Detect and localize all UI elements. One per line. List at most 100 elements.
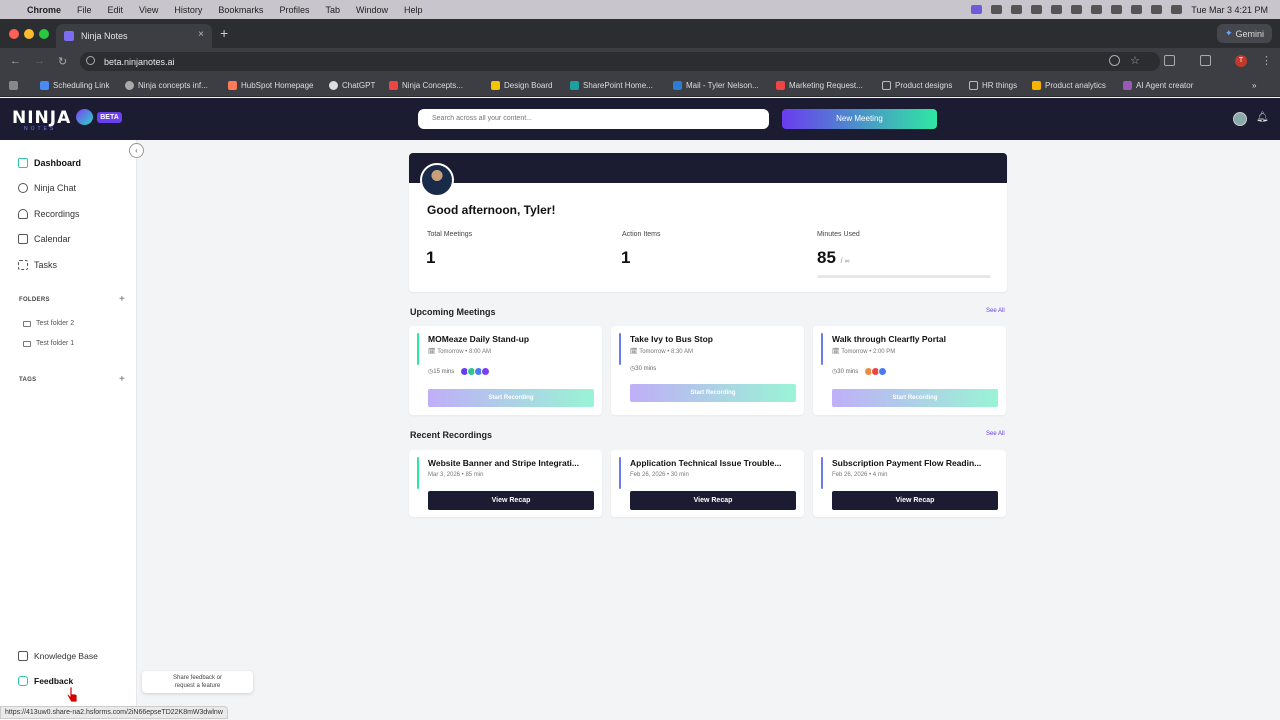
start-recording-button[interactable]: Start Recording xyxy=(428,389,594,407)
profile-avatar[interactable]: T xyxy=(1235,55,1247,67)
sidebar-item-knowledge-base[interactable]: Knowledge Base xyxy=(18,651,98,661)
add-tag-icon[interactable]: + xyxy=(119,374,125,385)
start-recording-button[interactable]: Start Recording xyxy=(832,389,998,407)
zoom-icon[interactable] xyxy=(1109,55,1120,66)
gemini-button[interactable]: ✦ Gemini xyxy=(1217,24,1272,43)
sidebar-item-ninja-chat[interactable]: Ninja Chat xyxy=(18,183,76,193)
close-window-icon[interactable] xyxy=(9,29,19,39)
tray-icon[interactable] xyxy=(1011,5,1023,14)
sidebar-item-recordings[interactable]: Recordings xyxy=(18,209,80,219)
tray-icon[interactable] xyxy=(991,5,1003,14)
analytics-icon xyxy=(1032,81,1041,90)
menu-history[interactable]: History xyxy=(174,5,202,15)
bookmark-item[interactable]: Ninja Concepts... xyxy=(389,81,463,90)
app-logo[interactable]: NINJA xyxy=(12,108,71,128)
control-center-icon[interactable] xyxy=(1151,5,1163,14)
meeting-card[interactable]: Walk through Clearfly Portal 🗓︎ Tomorrow… xyxy=(813,326,1006,415)
recording-title: Website Banner and Stripe Integrati... xyxy=(428,458,579,468)
bookmark-item[interactable]: Mail - Tyler Nelson... xyxy=(673,81,759,90)
add-folder-icon[interactable]: + xyxy=(119,294,125,305)
close-tab-icon[interactable]: × xyxy=(198,29,204,40)
attendee-avatar xyxy=(878,367,888,376)
search-input[interactable] xyxy=(418,109,769,129)
new-meeting-button[interactable]: New Meeting xyxy=(782,109,937,129)
new-tab-icon[interactable]: + xyxy=(220,25,228,41)
sidebar: Dashboard Ninja Chat Recordings Calendar… xyxy=(0,140,137,720)
maximize-window-icon[interactable] xyxy=(39,29,49,39)
view-recap-button[interactable]: View Recap xyxy=(832,491,998,510)
extensions-icon[interactable] xyxy=(1164,55,1175,66)
recording-card[interactable]: Website Banner and Stripe Integrati... M… xyxy=(409,450,602,517)
hubspot-icon xyxy=(228,81,237,90)
menu-window[interactable]: Window xyxy=(356,5,388,15)
bookmark-star-icon[interactable]: ☆ xyxy=(1130,54,1140,67)
battery-icon[interactable] xyxy=(1091,5,1103,14)
bookmark-item[interactable]: Marketing Request... xyxy=(776,81,863,90)
more-bookmarks-icon[interactable]: » xyxy=(1252,81,1256,90)
tasks-icon xyxy=(18,260,28,270)
browser-tab[interactable]: Ninja Notes × xyxy=(56,24,212,48)
bookmark-item[interactable]: ChatGPT xyxy=(329,81,375,90)
view-recap-button[interactable]: View Recap xyxy=(428,491,594,510)
sidebar-item-feedback[interactable]: Feedback xyxy=(18,676,73,686)
menu-chrome[interactable]: Chrome xyxy=(27,5,61,15)
menu-view[interactable]: View xyxy=(139,5,158,15)
meeting-when: Tomorrow • 8:30 AM xyxy=(639,349,693,355)
bookmark-item[interactable]: Product analytics xyxy=(1032,81,1106,90)
recording-card[interactable]: Application Technical Issue Trouble... F… xyxy=(611,450,804,517)
user-avatar[interactable] xyxy=(1233,112,1247,126)
tray-icon[interactable] xyxy=(1031,5,1043,14)
siri-icon[interactable] xyxy=(1171,5,1183,14)
reload-icon[interactable]: ↻ xyxy=(58,55,67,68)
cloud-icon[interactable] xyxy=(1051,5,1063,14)
sidepanel-icon[interactable] xyxy=(1200,55,1211,66)
folder-item[interactable]: Test folder 2 xyxy=(23,320,74,327)
bookmark-item[interactable]: Ninja concepts inf... xyxy=(125,81,208,90)
bookmark-item[interactable]: SharePoint Home... xyxy=(570,81,653,90)
back-icon[interactable]: ← xyxy=(10,55,21,67)
meeting-when: Tomorrow • 8:00 AM xyxy=(437,349,491,355)
screen-record-icon[interactable] xyxy=(971,5,983,14)
bell-icon[interactable]: 🔔︎ xyxy=(1256,112,1269,123)
bookmark-item[interactable]: Scheduling Link xyxy=(40,81,109,90)
wifi-icon[interactable] xyxy=(1111,5,1123,14)
sidebar-item-tasks[interactable]: Tasks xyxy=(18,260,57,270)
more-icon[interactable]: ⋮ xyxy=(1261,54,1272,67)
apps-icon[interactable] xyxy=(9,81,22,90)
duration-text: 15 mins xyxy=(433,368,455,375)
sidebar-item-calendar[interactable]: Calendar xyxy=(18,234,71,244)
menu-bookmarks[interactable]: Bookmarks xyxy=(218,5,263,15)
meeting-card[interactable]: MOMeaze Daily Stand-up 🗓︎ Tomorrow • 8:0… xyxy=(409,326,602,415)
menu-tab[interactable]: Tab xyxy=(325,5,340,15)
start-recording-button[interactable]: Start Recording xyxy=(630,384,796,402)
bookmark-item[interactable]: Product designs xyxy=(882,81,952,90)
stat-value: 85 xyxy=(817,248,836,267)
search-icon[interactable] xyxy=(1131,5,1143,14)
tooltip-line: request a feature xyxy=(174,683,221,689)
play-icon[interactable] xyxy=(1071,5,1083,14)
menu-edit[interactable]: Edit xyxy=(108,5,124,15)
url-bar[interactable]: beta.ninjanotes.ai xyxy=(80,52,1160,71)
minimize-window-icon[interactable] xyxy=(24,29,34,39)
bookmark-item[interactable]: Design Board xyxy=(491,81,552,90)
bookmark-item[interactable]: HubSpot Homepage xyxy=(228,81,314,90)
menu-profiles[interactable]: Profiles xyxy=(279,5,309,15)
stat-value: 1 xyxy=(621,248,631,267)
menu-help[interactable]: Help xyxy=(404,5,423,15)
see-all-recent-link[interactable]: See All xyxy=(986,431,1005,437)
collapse-sidebar-icon[interactable]: ‹ xyxy=(129,143,144,158)
site-info-icon[interactable] xyxy=(86,56,95,65)
accent-bar xyxy=(821,457,823,489)
see-all-upcoming-link[interactable]: See All xyxy=(986,308,1005,314)
meeting-card[interactable]: Take Ivy to Bus Stop 🗓︎ Tomorrow • 8:30 … xyxy=(611,326,804,415)
agent-icon xyxy=(1123,81,1132,90)
clock[interactable]: Tue Mar 3 4:21 PM xyxy=(1191,5,1268,15)
menu-file[interactable]: File xyxy=(77,5,92,15)
forward-icon[interactable]: → xyxy=(34,55,45,67)
bookmark-item[interactable]: HR things xyxy=(969,81,1017,90)
sidebar-item-dashboard[interactable]: Dashboard xyxy=(18,158,81,168)
view-recap-button[interactable]: View Recap xyxy=(630,491,796,510)
folder-item[interactable]: Test folder 1 xyxy=(23,340,74,347)
bookmark-item[interactable]: AI Agent creator xyxy=(1123,81,1193,90)
recording-card[interactable]: Subscription Payment Flow Readin... Feb … xyxy=(813,450,1006,517)
